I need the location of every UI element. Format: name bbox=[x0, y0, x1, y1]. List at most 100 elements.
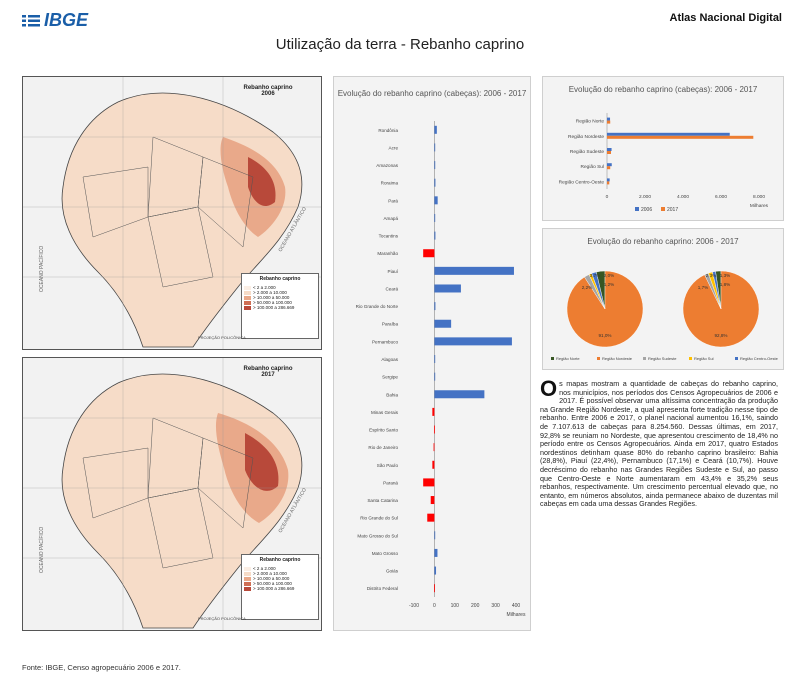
map-2006-legend: Rebanho caprino < 2 a 2.000 > 2.000 a 10… bbox=[241, 273, 319, 339]
state-chart-bar bbox=[434, 372, 436, 381]
pie-legend-label: Região Norte bbox=[556, 356, 580, 361]
state-chart-category-label: Paraíba bbox=[382, 322, 399, 327]
state-chart-bar bbox=[432, 407, 435, 416]
state-chart-category-label: Pará bbox=[388, 198, 398, 203]
pie-legend-label: Região Sul bbox=[694, 356, 714, 361]
region-chart-bar-2017 bbox=[607, 181, 610, 185]
state-chart-bar bbox=[434, 319, 452, 328]
description-text: Os mapas mostram a quantidade de cabeças… bbox=[540, 378, 778, 509]
state-chart-category-label: Mato Grosso bbox=[372, 551, 399, 556]
state-chart-x-tick: 0 bbox=[433, 603, 436, 609]
state-chart-x-tick: -100 bbox=[409, 603, 419, 609]
region-chart-x-tick: 4.000 bbox=[677, 194, 689, 200]
region-chart-legend-swatch bbox=[661, 207, 665, 211]
state-bar-chart-panel: Evolução do rebanho caprino (cabeças): 2… bbox=[333, 76, 531, 631]
region-chart-category-label: Região Norte bbox=[576, 119, 605, 125]
atlas-title: Atlas Nacional Digital bbox=[669, 12, 782, 24]
state-chart-category-label: Rio Grande do Norte bbox=[356, 304, 399, 309]
source-footer: Fonte: IBGE, Censo agropecuário 2006 e 2… bbox=[22, 663, 181, 672]
region-chart-svg: Região Norte Região Nordeste Região Sudest… bbox=[559, 113, 769, 213]
pie-data-label: 1,7% bbox=[698, 285, 708, 290]
state-chart-category-label: Rondônia bbox=[378, 128, 398, 133]
pie-chart-svg: 3,7% 91,0% 2,2% 1,2% 2,0% 2,3% 92,8% 1,7% 1,8% 1,… bbox=[551, 270, 779, 361]
pie-legend-swatch bbox=[689, 357, 692, 360]
state-chart-bar bbox=[434, 266, 514, 275]
ibge-logo: IBGE bbox=[22, 10, 88, 31]
pie-data-label: 1,2% bbox=[604, 282, 614, 287]
state-chart-bar bbox=[427, 513, 435, 522]
pie-legend-swatch bbox=[643, 357, 646, 360]
region-chart-legend-label: 2006 bbox=[641, 207, 652, 213]
state-chart-category-label: Bahia bbox=[386, 392, 398, 397]
region-chart-bar-2006 bbox=[607, 132, 730, 136]
region-chart-category-label: Região Centro-Oeste bbox=[559, 179, 605, 185]
state-chart-bar bbox=[423, 249, 435, 258]
logo-text: IBGE bbox=[44, 10, 89, 30]
state-chart-category-label: Piauí bbox=[388, 269, 399, 274]
state-chart-category-label: Ceará bbox=[385, 286, 398, 291]
map-2006-year: 2006 bbox=[261, 91, 275, 97]
state-chart-category-label: Maranhão bbox=[377, 251, 398, 256]
region-chart-legend-swatch bbox=[635, 207, 639, 211]
pie-data-label: 1,3% bbox=[720, 273, 730, 278]
region-chart-bar-2017 bbox=[607, 166, 611, 170]
state-chart-category-label: Roraima bbox=[381, 181, 399, 186]
state-chart-bar bbox=[434, 178, 436, 187]
state-chart-bar bbox=[432, 460, 435, 469]
region-chart-x-tick: 6.000 bbox=[715, 194, 727, 200]
pie-legend-swatch bbox=[551, 357, 554, 360]
state-chart-bar bbox=[434, 302, 436, 311]
pie-data-label: 1,8% bbox=[720, 282, 730, 287]
state-chart-bar bbox=[434, 231, 436, 240]
map-2006[interactable]: OCEANO PACÍFICO OCEANO ATLÂNTICO Rebanho… bbox=[22, 76, 322, 350]
state-chart-x-tick: 300 bbox=[491, 603, 500, 609]
map-2017-legend-title: Rebanho caprino bbox=[259, 557, 301, 563]
state-chart-category-label: Rio de Janeiro bbox=[368, 445, 398, 450]
state-chart-category-label: Amapá bbox=[383, 216, 398, 221]
state-chart-bar bbox=[434, 584, 435, 593]
ibge-logo-icon bbox=[22, 14, 40, 26]
map-2017-legend: Rebanho caprino < 2 a 2.000 > 2.000 a 10… bbox=[241, 554, 319, 620]
state-chart-x-tick: 400 bbox=[512, 603, 521, 609]
pie-chart-panel: Evolução do rebanho caprino: 2006 - 2017… bbox=[542, 228, 784, 370]
state-chart-category-label: Acre bbox=[389, 145, 399, 150]
state-chart-category-label: Distrito Federal bbox=[367, 586, 398, 591]
region-chart-x-tick: 8.000 bbox=[753, 194, 765, 200]
state-chart-x-tick: 200 bbox=[471, 603, 480, 609]
state-chart-bar bbox=[423, 478, 435, 487]
region-chart-category-label: Região Sul bbox=[581, 164, 604, 170]
region-bar-chart-panel: Evolução do rebanho caprino (cabeças): 2… bbox=[542, 76, 784, 221]
pie-legend-label: Região Sudeste bbox=[648, 356, 677, 361]
map-2006-legend-title: Rebanho caprino bbox=[259, 276, 301, 282]
state-chart-category-label: Santa Catarina bbox=[367, 498, 398, 503]
state-chart-category-label: Pernambuco bbox=[372, 339, 398, 344]
state-chart-category-label: Paraná bbox=[383, 480, 398, 485]
map-2017[interactable]: OCEANO PACÍFICO OCEANO ATLÂNTICO Rebanho… bbox=[22, 357, 322, 631]
state-chart-x-label: Milhares bbox=[507, 612, 526, 618]
state-chart-bar bbox=[433, 425, 435, 434]
map-2017-title: Rebanho caprino 2017 bbox=[228, 366, 308, 378]
region-chart-x-label: Milhares bbox=[750, 203, 769, 209]
state-chart-bar bbox=[434, 213, 436, 222]
state-chart-bar bbox=[433, 443, 435, 452]
map-2017-projection: PROJEÇÃO POLICÔNICA bbox=[198, 616, 246, 621]
region-chart-bar-2006 bbox=[607, 163, 612, 167]
pie-legend-label: Região Centro-Oeste bbox=[740, 356, 779, 361]
map-2017-legend-item: > 100.000 a 286.669 bbox=[244, 586, 316, 591]
region-chart-bar-2017 bbox=[607, 135, 754, 139]
region-chart-x-tick: 0 bbox=[606, 194, 609, 200]
region-chart-bar-2006 bbox=[607, 117, 611, 121]
state-chart-category-label: Goiás bbox=[386, 569, 399, 574]
state-chart-category-label: Mato Grosso do Sul bbox=[357, 533, 398, 538]
region-chart-category-label: Região Nordeste bbox=[568, 134, 604, 140]
state-chart-bar bbox=[434, 284, 461, 293]
map-2017-year: 2017 bbox=[261, 372, 275, 378]
state-chart-category-label: Espírito Santo bbox=[369, 428, 398, 433]
region-chart-legend-label: 2017 bbox=[667, 207, 678, 213]
description-body: s mapas mostram a quantidade de cabeças … bbox=[540, 379, 778, 509]
state-chart-category-label: São Paulo bbox=[377, 463, 399, 468]
map-2006-legend-item: > 100.000 a 286.669 bbox=[244, 305, 316, 310]
region-chart-category-label: Região Sudeste bbox=[570, 149, 604, 155]
region-chart-bar-2017 bbox=[607, 151, 611, 154]
state-chart-bar bbox=[434, 143, 436, 152]
